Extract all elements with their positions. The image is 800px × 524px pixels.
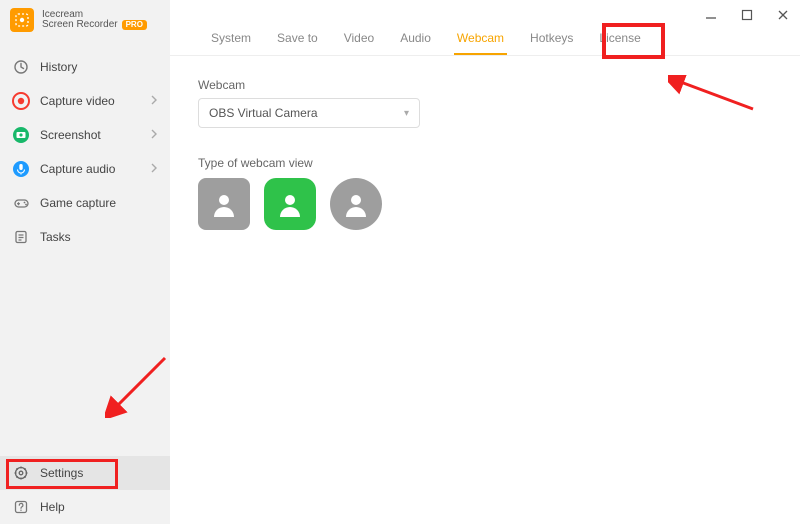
history-icon — [12, 58, 30, 76]
sidebar-item-settings[interactable]: Settings — [0, 456, 170, 490]
brand: Icecream Screen Recorder PRO — [0, 0, 170, 40]
gamepad-icon — [12, 194, 30, 212]
view-option-circle[interactable] — [330, 178, 382, 230]
tab-save-to[interactable]: Save to — [264, 31, 331, 55]
chevron-right-icon — [150, 162, 158, 176]
main-panel: System Save to Video Audio Webcam Hotkey… — [170, 0, 800, 524]
sidebar-item-label: Capture video — [40, 94, 115, 108]
tasks-icon — [12, 228, 30, 246]
view-option-square[interactable] — [198, 178, 250, 230]
sidebar-item-tasks[interactable]: Tasks — [0, 220, 170, 254]
sidebar-item-label: Settings — [40, 466, 83, 480]
maximize-button[interactable] — [740, 8, 754, 22]
sidebar-item-history[interactable]: History — [0, 50, 170, 84]
sidebar-bottom: Settings Help — [0, 456, 170, 524]
sidebar-item-label: History — [40, 60, 77, 74]
sidebar-item-game-capture[interactable]: Game capture — [0, 186, 170, 220]
tab-webcam[interactable]: Webcam — [444, 31, 517, 55]
gear-icon — [12, 464, 30, 482]
view-option-rounded[interactable] — [264, 178, 316, 230]
chevron-right-icon — [150, 94, 158, 108]
webcam-label: Webcam — [198, 78, 800, 92]
target-icon — [12, 92, 30, 110]
sidebar-item-label: Game capture — [40, 196, 116, 210]
help-icon — [12, 498, 30, 516]
tab-license[interactable]: License — [586, 31, 653, 55]
close-button[interactable] — [776, 8, 790, 22]
sidebar-item-label: Screenshot — [40, 128, 101, 142]
chevron-right-icon — [150, 128, 158, 142]
webcam-select[interactable]: OBS Virtual Camera ▾ — [198, 98, 420, 128]
mic-icon — [12, 160, 30, 178]
sidebar-item-label: Tasks — [40, 230, 71, 244]
sidebar-item-capture-audio[interactable]: Capture audio — [0, 152, 170, 186]
tab-system[interactable]: System — [198, 31, 264, 55]
view-type-label: Type of webcam view — [198, 156, 800, 170]
sidebar-item-label: Help — [40, 500, 65, 514]
tab-hotkeys[interactable]: Hotkeys — [517, 31, 586, 55]
sidebar-item-help[interactable]: Help — [0, 490, 170, 524]
webcam-select-value: OBS Virtual Camera — [209, 106, 318, 120]
sidebar-nav: History Capture video Screenshot — [0, 50, 170, 254]
minimize-button[interactable] — [704, 8, 718, 22]
sidebar-item-label: Capture audio — [40, 162, 115, 176]
tab-video[interactable]: Video — [331, 31, 387, 55]
sidebar-item-screenshot[interactable]: Screenshot — [0, 118, 170, 152]
window-controls — [704, 8, 790, 22]
camera-icon — [12, 126, 30, 144]
brand-line2: Screen Recorder — [42, 20, 118, 31]
tab-content: Webcam OBS Virtual Camera ▾ Type of webc… — [170, 56, 800, 230]
sidebar-item-capture-video[interactable]: Capture video — [0, 84, 170, 118]
tab-audio[interactable]: Audio — [387, 31, 444, 55]
brand-logo-icon — [10, 8, 34, 32]
pro-badge: PRO — [122, 20, 147, 30]
sidebar: Icecream Screen Recorder PRO History Cap… — [0, 0, 170, 524]
chevron-down-icon: ▾ — [404, 108, 409, 119]
